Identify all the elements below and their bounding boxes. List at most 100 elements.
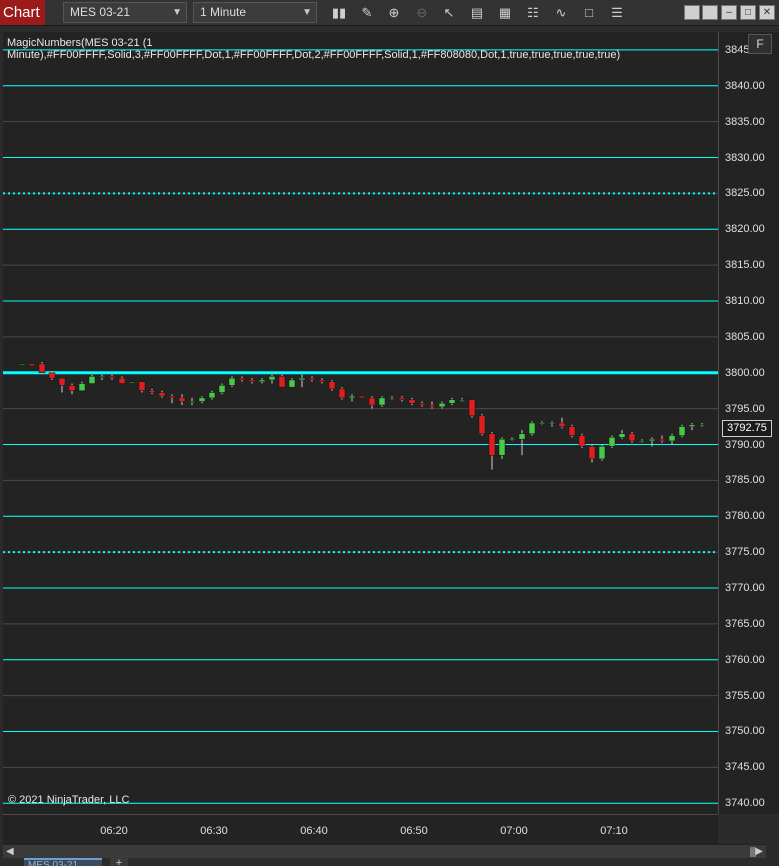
price-chart (3, 49, 718, 804)
tab-mes-03-21[interactable]: MES 03-21 (24, 858, 102, 866)
candle-body (258, 379, 266, 382)
candle-body (178, 397, 186, 402)
copyright-text: © 2021 NinjaTrader, LLC (8, 794, 130, 806)
candle-body (198, 397, 206, 402)
price-tick-label: 3750.00 (725, 725, 765, 738)
restore-icon[interactable] (684, 5, 700, 20)
candle-body (598, 446, 606, 460)
candle-body (188, 401, 196, 403)
time-tick-label: 06:30 (200, 825, 228, 837)
time-tick-label: 06:20 (100, 825, 128, 837)
price-tick-label: 3740.00 (725, 797, 765, 810)
candle-body (398, 397, 406, 400)
candle-body (78, 383, 86, 391)
minimize-icon[interactable]: – (721, 5, 737, 20)
candle-body (378, 397, 386, 406)
candle-body (538, 422, 546, 425)
time-tick-label: 07:00 (500, 825, 528, 837)
interval-value: 1 Minute (200, 5, 247, 19)
close-icon[interactable]: ✕ (759, 5, 775, 20)
chart-toolbar: Chart MES 03-21 ▼ 1 Minute ▼ ▮▮ ✎ ⊕ ⊖ ↖ … (0, 0, 779, 26)
candle-body (328, 381, 336, 390)
price-tick-label: 3760.00 (725, 653, 765, 666)
candle-body (38, 363, 46, 374)
candle-body (608, 437, 616, 447)
time-axis[interactable]: 06:20 06:30 06:40 06:50 07:00 07:10 (3, 814, 718, 844)
price-tick-label: 3800.00 (725, 366, 765, 379)
candle-body (548, 422, 556, 425)
candle-body (248, 379, 256, 382)
interval-selector[interactable]: 1 Minute ▼ (193, 2, 317, 23)
price-tick-label: 3825.00 (725, 187, 765, 200)
candle-body (138, 381, 146, 391)
candle-body (68, 385, 76, 391)
pencil-icon[interactable]: ✎ (357, 3, 377, 23)
price-tick-label: 3815.00 (725, 259, 765, 272)
candle-body (578, 435, 586, 447)
candle-body (88, 376, 96, 384)
instrument-selector[interactable]: MES 03-21 ▼ (63, 2, 187, 23)
indicator-icon[interactable]: ∿ (551, 3, 571, 23)
candle-body (288, 379, 296, 388)
chevron-down-icon: ▼ (302, 7, 312, 18)
candle-body (228, 377, 236, 386)
scroll-right-icon[interactable]: ▶ (755, 845, 763, 858)
candle-body (698, 424, 706, 427)
pointer-icon[interactable]: ↖ (439, 3, 459, 23)
price-tick-label: 3785.00 (725, 474, 765, 487)
chart-panel[interactable]: MagicNumbers(MES 03-21 (1 Minute),#FF00F… (3, 32, 718, 814)
data-box-icon[interactable]: ▤ (467, 3, 487, 23)
candle-body (58, 377, 66, 386)
price-tick-label: 3745.00 (725, 761, 765, 774)
candle-body (428, 404, 436, 408)
tile-icon[interactable] (702, 5, 718, 20)
candle-body (278, 376, 286, 388)
candle-body (268, 376, 276, 381)
candle-body (688, 424, 696, 427)
time-tick-label: 07:10 (600, 825, 628, 837)
candle-body (238, 377, 246, 381)
price-tick-label: 3765.00 (725, 617, 765, 630)
candle-body (218, 385, 226, 393)
candle-body (518, 433, 526, 440)
chevron-down-icon: ▼ (172, 7, 182, 18)
instrument-value: MES 03-21 (70, 5, 131, 19)
candle-body (298, 377, 306, 381)
candle-body (348, 395, 356, 399)
list-icon[interactable]: ☰ (607, 3, 627, 23)
add-tab-button[interactable]: + (110, 858, 128, 866)
candle-body (148, 390, 156, 393)
current-price-marker: 3792.75 (722, 420, 772, 437)
candle-body (118, 377, 126, 384)
price-tick-label: 3830.00 (725, 151, 765, 164)
chart-f-button[interactable]: F (748, 34, 772, 54)
candle-body (588, 446, 596, 460)
bottom-tab-bar: MES 03-21 + (0, 858, 779, 866)
horizontal-scrollbar[interactable]: ◀ ▶ (3, 844, 766, 858)
candle-body (638, 440, 646, 443)
candle-body (618, 433, 626, 438)
price-tick-label: 3810.00 (725, 295, 765, 308)
chart-trader-icon[interactable]: □ (579, 3, 599, 23)
candle-body (48, 372, 56, 379)
maximize-icon[interactable]: □ (740, 5, 756, 20)
candle-body (468, 399, 476, 417)
price-tick-label: 3790.00 (725, 438, 765, 451)
zoom-in-icon[interactable]: ⊕ (384, 3, 404, 23)
strategy-icon[interactable]: ☷ (523, 3, 543, 23)
candle-body (318, 379, 326, 382)
candle-body (438, 403, 446, 408)
properties-icon[interactable]: ▦ (495, 3, 515, 23)
candle-body (388, 397, 396, 400)
price-tick-label: 3835.00 (725, 115, 765, 128)
bar-type-icon[interactable]: ▮▮ (329, 3, 349, 23)
candle-body (368, 397, 376, 406)
candle-body (478, 415, 486, 435)
candle-body (678, 426, 686, 436)
chart-window: Chart MES 03-21 ▼ 1 Minute ▼ ▮▮ ✎ ⊕ ⊖ ↖ … (0, 0, 779, 866)
candle-body (28, 363, 36, 366)
zoom-out-icon[interactable]: ⊖ (412, 3, 432, 23)
window-title-tab[interactable]: Chart (0, 0, 45, 25)
scroll-left-icon[interactable]: ◀ (6, 845, 14, 858)
candle-body (358, 395, 366, 399)
